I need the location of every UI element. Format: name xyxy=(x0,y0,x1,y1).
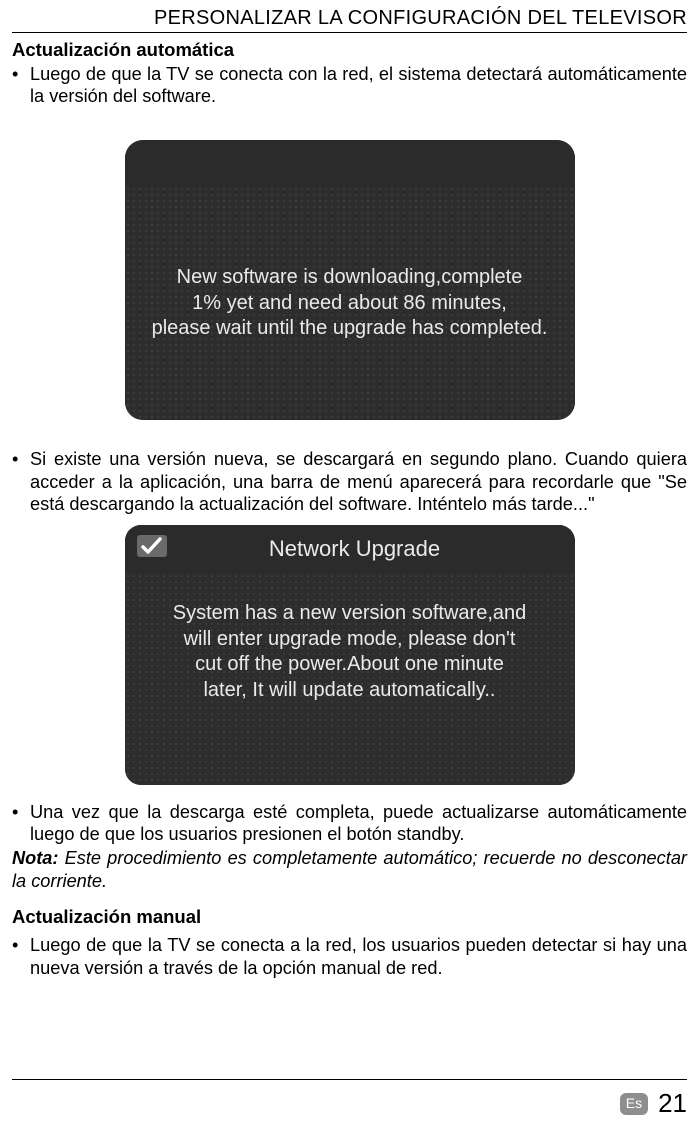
dialog-body: System has a new version software,and wi… xyxy=(125,573,575,785)
auto-update-heading: Actualización automática xyxy=(12,39,687,62)
dialog-title: Network Upgrade xyxy=(135,536,575,563)
bullet-text: Luego de que la TV se conecta a la red, … xyxy=(30,934,687,978)
bullet-text: Luego de que la TV se conecta con la red… xyxy=(30,63,687,107)
bullet-item: • Luego de que la TV se conecta con la r… xyxy=(12,63,687,107)
download-message: New software is downloading,complete 1% … xyxy=(146,265,554,342)
bullet-item: • Una vez que la descarga esté completa,… xyxy=(12,801,687,845)
page-header-title: PERSONALIZAR LA CONFIGURACIÓN DEL TELEVI… xyxy=(12,6,687,30)
bullet-text: Una vez que la descarga esté completa, p… xyxy=(30,801,687,845)
bullet-item: • Luego de que la TV se conecta a la red… xyxy=(12,934,687,978)
bullet-dot: • xyxy=(12,801,30,845)
language-badge: Es xyxy=(620,1093,648,1115)
note-label: Nota: xyxy=(12,848,58,868)
dialog-body: New software is downloading,complete 1% … xyxy=(125,186,575,420)
note: Nota: Este procedimiento es completament… xyxy=(12,847,687,891)
dialog-titlebar: Network Upgrade xyxy=(125,525,575,573)
download-line3: please wait until the upgrade has comple… xyxy=(152,317,548,339)
manual-update-heading: Actualización manual xyxy=(12,906,687,929)
header: PERSONALIZAR LA CONFIGURACIÓN DEL TELEVI… xyxy=(12,6,687,33)
page-number: 21 xyxy=(658,1088,687,1120)
network-upgrade-dialog: Network Upgrade System has a new version… xyxy=(125,525,575,785)
download-dialog: New software is downloading,complete 1% … xyxy=(125,140,575,420)
upgrade-line4: later, It will update automatically.. xyxy=(203,679,495,701)
download-line1: New software is downloading,complete xyxy=(177,266,523,288)
download-line2: 1% yet and need about 86 minutes, xyxy=(192,292,507,314)
upgrade-line3: cut off the power.About one minute xyxy=(195,653,504,675)
upgrade-line2: will enter upgrade mode, please don't xyxy=(184,628,516,650)
bullet-item: • Si existe una versión nueva, se descar… xyxy=(12,448,687,515)
note-text: Este procedimiento es completamente auto… xyxy=(12,848,687,890)
bullet-dot: • xyxy=(12,63,30,107)
manual-page: PERSONALIZAR LA CONFIGURACIÓN DEL TELEVI… xyxy=(0,0,697,1131)
upgrade-message: System has a new version software,and wi… xyxy=(155,601,545,703)
bullet-dot: • xyxy=(12,934,30,978)
bullet-text: Si existe una versión nueva, se descarga… xyxy=(30,448,687,515)
bullet-dot: • xyxy=(12,448,30,515)
footer: Es 21 xyxy=(12,1079,687,1120)
upgrade-line1: System has a new version software,and xyxy=(173,602,527,624)
dialog-titlebar xyxy=(125,140,575,186)
